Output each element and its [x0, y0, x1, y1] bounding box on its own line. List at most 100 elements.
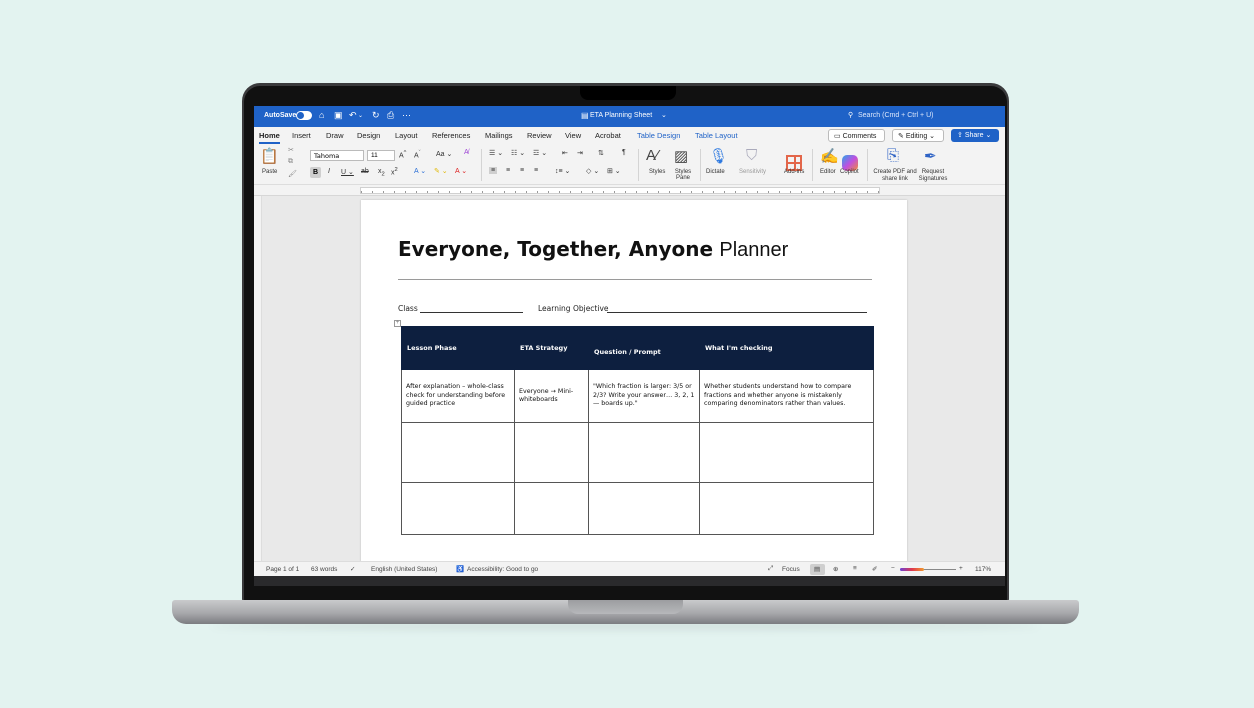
print-icon[interactable]: ⎙ [387, 110, 394, 121]
autosave-toggle[interactable] [296, 111, 312, 120]
table-cell[interactable]: Everyone → Mini-whiteboards [514, 369, 589, 423]
decrease-indent-icon[interactable]: ⇤ [562, 149, 568, 157]
web-layout-icon[interactable]: ⊕ [833, 565, 838, 573]
cut-icon[interactable]: ✂ [288, 146, 294, 154]
create-pdf-icon[interactable]: ⎘ [887, 147, 899, 164]
comments-button[interactable]: ▭ Comments [828, 129, 885, 142]
superscript-button[interactable]: x2 [391, 167, 398, 176]
language-status[interactable]: English (United States) [371, 566, 437, 573]
document-heading[interactable]: Everyone, Together, Anyone Planner [398, 237, 788, 262]
zoom-in-icon[interactable]: + [959, 565, 963, 572]
align-center-icon[interactable]: ≡ [506, 167, 510, 174]
styles-icon[interactable]: A⁄ [646, 147, 659, 164]
table-cell[interactable] [401, 482, 515, 535]
pilcrow-icon[interactable]: ¶ [622, 149, 626, 156]
outline-view-icon[interactable]: ≡ [853, 565, 857, 572]
home-icon[interactable]: ⌂ [319, 110, 324, 120]
bold-button[interactable]: B [310, 167, 321, 178]
align-right-icon[interactable]: ≡ [520, 167, 524, 174]
table-cell[interactable] [514, 482, 589, 535]
undo-icon[interactable]: ↶ [349, 110, 357, 121]
zoom-out-icon[interactable]: − [891, 565, 895, 572]
tab-view[interactable]: View [565, 131, 581, 140]
page-count[interactable]: Page 1 of 1 [266, 566, 299, 573]
copilot-label[interactable]: Copilot [840, 169, 859, 175]
microphone-icon[interactable]: 🎙 [709, 147, 728, 165]
document-page[interactable]: Everyone, Together, Anyone Planner Class… [361, 200, 907, 562]
create-pdf-label[interactable]: Create PDF and share link [873, 169, 917, 182]
borders-icon[interactable]: ⊞ ⌄ [607, 167, 621, 175]
header-lesson-phase[interactable]: Lesson Phase [401, 326, 515, 370]
shading-icon[interactable]: ◇ ⌄ [586, 167, 599, 175]
copy-icon[interactable]: ⧉ [288, 158, 293, 166]
title-chevron-down-icon[interactable]: ⌄ [661, 111, 667, 119]
underline-button[interactable]: U ⌄ [341, 168, 354, 176]
request-signatures-label[interactable]: Request Signatures [916, 169, 950, 182]
learning-objective-field[interactable] [607, 312, 867, 313]
align-left-icon[interactable]: ≡ [489, 167, 498, 174]
request-signatures-icon[interactable]: ✒ [924, 147, 937, 165]
shrink-font-icon[interactable]: Aˇ [414, 150, 421, 159]
tab-design[interactable]: Design [357, 131, 380, 140]
editor-icon[interactable]: ✍ [820, 147, 839, 165]
sensitivity-label[interactable]: Sensitivity [739, 169, 766, 175]
horizontal-ruler[interactable] [254, 185, 1005, 196]
proofing-icon[interactable]: ✓ [350, 565, 355, 573]
word-count[interactable]: 63 words [311, 566, 337, 573]
document-title[interactable]: ETA Planning Sheet [590, 112, 652, 119]
paste-label[interactable]: Paste [262, 169, 277, 175]
sort-icon[interactable]: ⇅ [598, 149, 604, 157]
accessibility-status[interactable]: Accessibility: Good to go [467, 566, 538, 573]
tab-insert[interactable]: Insert [292, 131, 311, 140]
styles-label[interactable]: Styles [649, 169, 665, 175]
format-painter-icon[interactable]: 🖌 [288, 170, 297, 178]
redo-icon[interactable]: ↻ [372, 110, 380, 121]
grow-font-icon[interactable]: A^ [399, 150, 406, 159]
more-icon[interactable]: ⋯ [402, 110, 411, 121]
change-case-icon[interactable]: Aa ⌄ [436, 150, 452, 158]
tab-home[interactable]: Home [259, 131, 280, 144]
focus-label[interactable]: Focus [782, 566, 800, 573]
tab-table-design[interactable]: Table Design [637, 131, 680, 140]
table-cell[interactable] [514, 422, 589, 483]
sensitivity-icon[interactable]: ⛉ [746, 147, 757, 164]
line-spacing-icon[interactable]: ↕≡ ⌄ [555, 167, 570, 175]
tab-draw[interactable]: Draw [326, 131, 344, 140]
header-question-prompt[interactable]: Question / Prompt [588, 326, 700, 370]
italic-button[interactable]: I [328, 168, 330, 175]
table-cell[interactable] [699, 482, 874, 535]
font-size-select[interactable]: 11 [367, 150, 395, 161]
highlight-icon[interactable]: ✎ ⌄ [434, 167, 448, 175]
table-cell[interactable]: "Which fraction is larger: 3/5 or 2/3? W… [588, 369, 700, 423]
paste-icon[interactable]: 📋 [260, 147, 279, 165]
editing-mode-button[interactable]: ✎ Editing ⌄ [892, 129, 944, 142]
subscript-button[interactable]: x2 [378, 168, 385, 177]
table-cell[interactable]: Whether students understand how to compa… [699, 369, 874, 423]
tab-review[interactable]: Review [527, 131, 552, 140]
numbering-icon[interactable]: ☷ ⌄ [511, 149, 525, 157]
vertical-ruler[interactable] [254, 196, 262, 561]
table-cell[interactable] [699, 422, 874, 483]
header-eta-strategy[interactable]: ETA Strategy [514, 326, 589, 370]
styles-pane-label[interactable]: Styles Pane [670, 169, 696, 181]
editor-label[interactable]: Editor [820, 169, 836, 175]
clear-formatting-icon[interactable]: A̸ [464, 149, 469, 156]
tab-references[interactable]: References [432, 131, 470, 140]
add-ins-label[interactable]: Add-ins [784, 169, 804, 175]
tab-acrobat[interactable]: Acrobat [595, 131, 621, 140]
search-input[interactable]: Search (Cmd + Ctrl + U) [858, 112, 933, 119]
table-cell[interactable] [588, 422, 700, 483]
save-icon[interactable]: ▣ [334, 110, 343, 121]
zoom-level[interactable]: 117% [975, 566, 991, 573]
justify-icon[interactable]: ≡ [534, 167, 538, 174]
tab-layout[interactable]: Layout [395, 131, 418, 140]
table-cell[interactable] [401, 422, 515, 483]
table-move-handle[interactable]: + [394, 320, 401, 327]
styles-pane-icon[interactable]: ▨ [674, 147, 688, 165]
table-cell[interactable] [588, 482, 700, 535]
text-effects-icon[interactable]: A ⌄ [414, 167, 426, 175]
zoom-slider-fill[interactable] [900, 568, 924, 571]
strikethrough-button[interactable]: ab [361, 168, 369, 175]
undo-dropdown-icon[interactable]: ⌄ [358, 112, 363, 119]
increase-indent-icon[interactable]: ⇥ [577, 149, 583, 157]
